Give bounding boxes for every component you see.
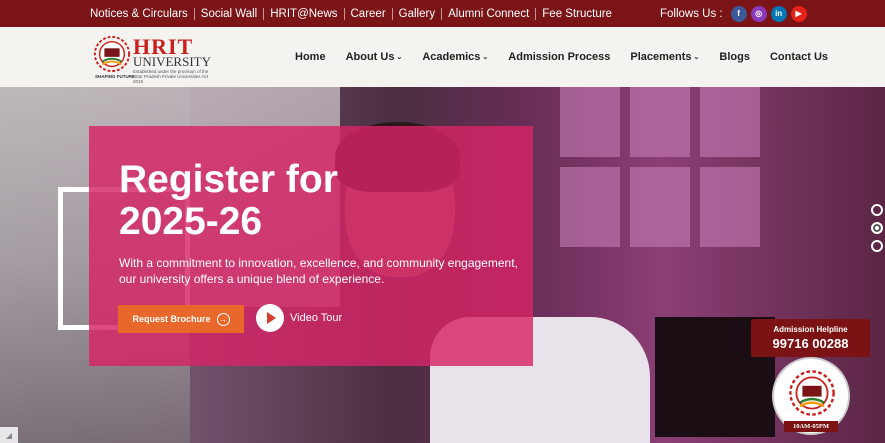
logo-established-text: Established under the provision of the U… xyxy=(133,69,209,84)
nav-placements-label: Placements xyxy=(630,51,692,63)
hero-headline: Register for 2025-26 xyxy=(119,159,338,243)
nav-home-label: Home xyxy=(295,51,326,63)
logo-tagline: SHAPING FUTURE xyxy=(95,74,136,79)
slider-dot-1[interactable] xyxy=(871,204,883,216)
nav-contact-label: Contact Us xyxy=(769,51,829,63)
follow-us: Follows Us : f ◎ in ▶ xyxy=(660,0,807,27)
hero-headline-line1: Register for xyxy=(119,158,338,201)
chevron-down-icon: ⌄ xyxy=(396,54,403,61)
nav-academics[interactable]: Academics ⌄ xyxy=(422,51,488,63)
top-link-news[interactable]: HRIT@News xyxy=(263,7,343,20)
hero-description-line2: our university offers a unique blend of … xyxy=(119,272,385,286)
nav-about[interactable]: About Us ⌄ xyxy=(346,51,403,63)
linkedin-icon[interactable]: in xyxy=(770,5,787,22)
facebook-icon[interactable]: f xyxy=(730,5,747,22)
request-brochure-button[interactable]: Request Brochure → xyxy=(118,305,244,333)
hero-background-window xyxy=(560,87,840,337)
play-icon xyxy=(256,304,284,332)
main-nav: Home About Us ⌄ Academics ⌄ Admission Proc… xyxy=(295,27,848,87)
helpline-number: 99716 00288 xyxy=(772,336,849,351)
helpline-hours: 10AM-05PM xyxy=(784,421,838,432)
nav-admission-label: Admission Process xyxy=(508,51,611,63)
top-link-notices[interactable]: Notices & Circulars xyxy=(90,8,194,20)
hero-description: With a commitment to innovation, excelle… xyxy=(119,255,519,287)
slider-dot-2[interactable] xyxy=(871,222,883,234)
slider-dots xyxy=(871,204,883,252)
video-tour-label: Video Tour xyxy=(290,312,343,324)
admission-helpline[interactable]: Admission Helpline 99716 00288 xyxy=(751,319,870,357)
chevron-down-icon: ⌄ xyxy=(482,54,489,61)
slider-dot-3[interactable] xyxy=(871,240,883,252)
top-bar: Notices & Circulars Social Wall HRIT@New… xyxy=(0,0,885,27)
helpline-title: Admission Helpline xyxy=(773,325,848,334)
top-link-career[interactable]: Career xyxy=(343,7,392,20)
video-tour-button[interactable]: Video Tour xyxy=(256,304,342,332)
top-links: Notices & Circulars Social Wall HRIT@New… xyxy=(90,0,618,27)
recaptcha-icon[interactable]: ◢ xyxy=(0,427,18,443)
follow-us-label: Follows Us : xyxy=(660,7,723,20)
nav-admission[interactable]: Admission Process xyxy=(508,51,610,63)
logo-emblem-icon xyxy=(93,35,131,73)
nav-academics-label: Academics xyxy=(422,51,481,63)
top-link-alumni[interactable]: Alumni Connect xyxy=(441,7,535,20)
youtube-icon[interactable]: ▶ xyxy=(790,5,807,22)
nav-placements[interactable]: Placements ⌄ xyxy=(630,51,699,63)
nav-blogs[interactable]: Blogs xyxy=(719,51,750,63)
nav-home[interactable]: Home xyxy=(295,51,326,63)
nav-contact[interactable]: Contact Us xyxy=(770,51,828,63)
request-brochure-label: Request Brochure xyxy=(132,314,211,324)
top-link-fee-structure[interactable]: Fee Structure xyxy=(535,7,618,20)
nav-about-label: About Us xyxy=(345,51,395,63)
arrow-right-icon: → xyxy=(216,312,230,326)
site-header: HRIT UNIVERSITY Established under the pr… xyxy=(0,27,885,87)
top-link-social-wall[interactable]: Social Wall xyxy=(193,7,263,20)
logo-subtitle: UNIVERSITY xyxy=(133,54,211,69)
university-logo[interactable]: HRIT UNIVERSITY Established under the pr… xyxy=(93,33,218,84)
hero-description-line1: With a commitment to innovation, excelle… xyxy=(119,256,518,270)
nav-blogs-label: Blogs xyxy=(719,51,750,63)
top-link-gallery[interactable]: Gallery xyxy=(391,7,441,20)
hero-headline-line2: 2025-26 xyxy=(119,200,263,243)
chevron-down-icon: ⌄ xyxy=(693,54,700,61)
instagram-icon[interactable]: ◎ xyxy=(750,5,767,22)
logo-emblem-icon xyxy=(789,370,835,416)
